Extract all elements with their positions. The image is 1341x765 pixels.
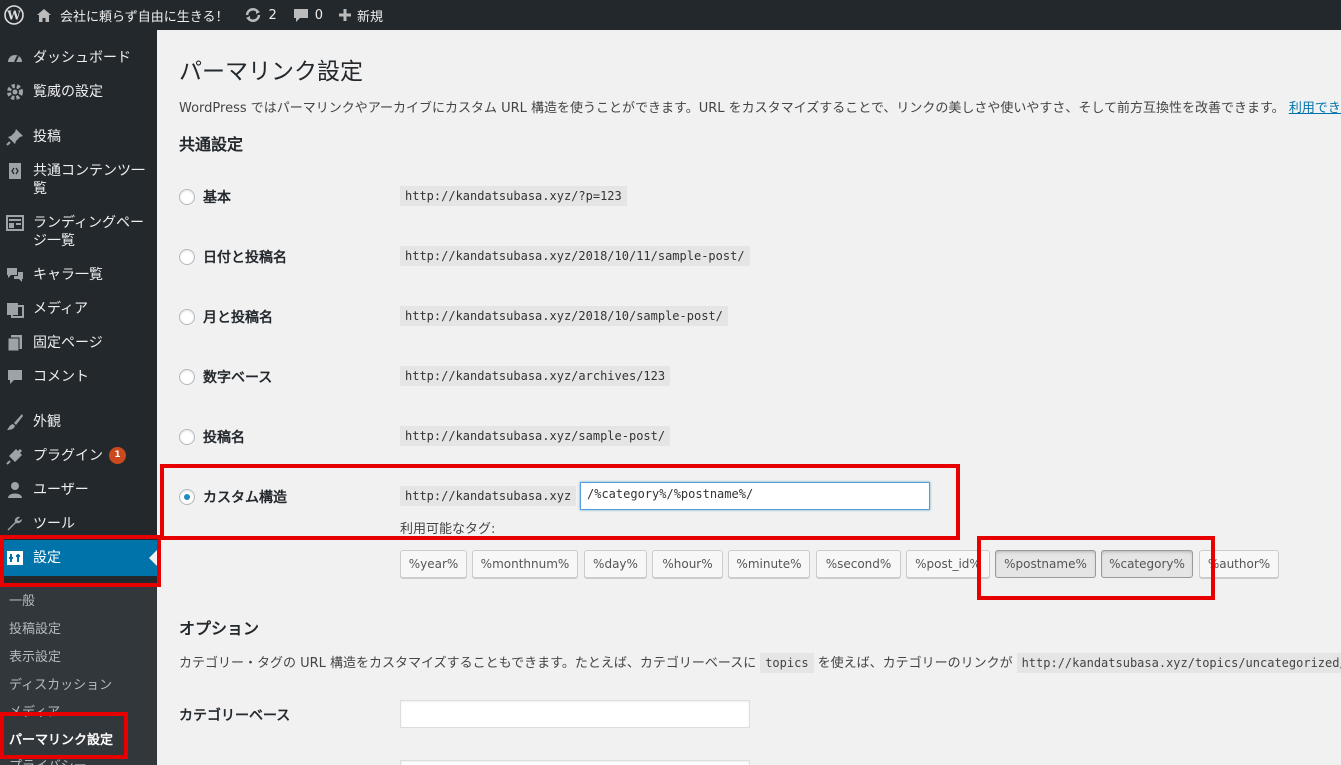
wordpress-logo-icon[interactable]: W <box>0 0 28 30</box>
sample-url-numeric: http://kandatsubasa.xyz/archives/123 <box>400 366 671 386</box>
sidebar-item-landing-pages[interactable]: ランディングページ一覧 <box>0 214 157 250</box>
settings-icon <box>5 549 25 567</box>
radio-day-name[interactable] <box>179 249 195 265</box>
user-icon <box>5 481 25 499</box>
plus-icon <box>339 9 352 21</box>
main-content: パーマリンク設定 WordPress ではパーマリンクやアーカイブにカスタム U… <box>157 30 1341 765</box>
available-tags-label: 利用可能なタグ: <box>400 522 496 537</box>
help-link[interactable]: 利用できる <box>1289 101 1341 116</box>
site-name-link[interactable]: 会社に頼らず自由に生きる！ <box>28 0 236 30</box>
tag-button-day[interactable]: %day% <box>584 550 647 578</box>
option-day-name[interactable]: 日付と投稿名 <box>179 247 287 267</box>
sidebar-item-pages[interactable]: 固定ページ <box>0 334 157 352</box>
sidebar-item-appearance[interactable]: 外観 <box>0 413 157 431</box>
home-icon <box>36 8 52 23</box>
sample-url-month-name: http://kandatsubasa.xyz/2018/10/sample-p… <box>400 306 728 326</box>
brush-icon <box>5 413 25 431</box>
tag-button-post-id[interactable]: %post_id% <box>906 550 990 578</box>
sidebar-item-plugins[interactable]: プラグイン 1 <box>0 447 157 465</box>
refresh-icon <box>244 7 262 23</box>
tag-button-monthnum[interactable]: %monthnum% <box>472 550 578 578</box>
options-heading: オプション <box>179 619 260 638</box>
submenu-item-general[interactable]: 一般 <box>9 590 35 609</box>
custom-base-url: http://kandatsubasa.xyz <box>400 486 577 506</box>
wrench-icon <box>5 515 25 533</box>
tag-button-postname[interactable]: %postname% <box>995 550 1096 578</box>
submenu-item-permalinks[interactable]: パーマリンク設定 <box>9 729 113 748</box>
comment-bubble-icon <box>293 8 309 23</box>
category-base-input[interactable] <box>400 700 750 728</box>
pin-icon <box>5 128 25 146</box>
updates-count: 2 <box>268 7 277 23</box>
updates-link[interactable]: 2 <box>236 0 284 30</box>
comment-icon <box>5 368 25 386</box>
radio-post-name[interactable] <box>179 429 195 445</box>
radio-plain[interactable] <box>179 189 195 205</box>
radio-month-name[interactable] <box>179 309 195 325</box>
new-content-link[interactable]: 新規 <box>331 0 391 30</box>
plugin-icon <box>5 447 25 465</box>
radio-custom[interactable] <box>179 489 195 505</box>
example-code-topics: topics <box>760 653 814 673</box>
sample-url-day-name: http://kandatsubasa.xyz/2018/10/11/sampl… <box>400 246 750 266</box>
pages-icon <box>5 334 25 352</box>
radio-numeric[interactable] <box>179 369 195 385</box>
submenu-item-discussion[interactable]: ディスカッション <box>9 674 112 693</box>
intro-text: WordPress ではパーマリンクやアーカイブにカスタム URL 構造を使うこ… <box>179 97 1341 116</box>
page-title: パーマリンク設定 <box>179 59 363 85</box>
custom-structure-input[interactable]: /%category%/%postname%/ <box>580 482 930 510</box>
gear-icon <box>5 83 25 101</box>
tag-base-input[interactable] <box>400 760 750 765</box>
current-menu-arrow <box>149 550 157 566</box>
sample-url-post-name: http://kandatsubasa.xyz/sample-post/ <box>400 426 671 446</box>
admin-bar: W 会社に頼らず自由に生きる！ 2 0 新規 <box>0 0 1341 30</box>
sidebar-item-dashboard[interactable]: ダッシュボード <box>0 49 157 67</box>
site-name: 会社に頼らず自由に生きる！ <box>60 9 229 25</box>
sidebar-item-label: プラグイン <box>33 448 103 464</box>
sidebar-item-common-contents[interactable]: 共通コンテンツ一覧 <box>0 162 157 198</box>
admin-sidebar: ダッシュボード 覧威の設定 投稿 共通コンテンツ一覧 ランディングページ一覧 キ… <box>0 30 157 765</box>
options-description: カテゴリー・タグの URL 構造をカスタマイズすることもできます。たとえば、カテ… <box>179 652 1341 673</box>
submenu-item-reading[interactable]: 表示設定 <box>9 646 61 665</box>
sidebar-item-comments[interactable]: コメント <box>0 368 157 386</box>
submenu-item-media[interactable]: メディア <box>9 701 60 720</box>
sample-url-plain: http://kandatsubasa.xyz/?p=123 <box>400 186 627 206</box>
sidebar-item-settings[interactable]: 設定 <box>0 540 157 576</box>
settings-submenu: 一般 投稿設定 表示設定 ディスカッション メディア パーマリンク設定 プライバ… <box>0 583 157 765</box>
tag-button-author[interactable]: %author% <box>1199 550 1279 578</box>
new-label: 新規 <box>357 9 384 25</box>
sidebar-item-tools[interactable]: ツール <box>0 515 157 533</box>
sidebar-item-theme-settings[interactable]: 覧威の設定 <box>0 83 157 101</box>
submenu-item-writing[interactable]: 投稿設定 <box>9 618 61 637</box>
tag-button-hour[interactable]: %hour% <box>652 550 723 578</box>
tag-button-category[interactable]: %category% <box>1101 550 1193 578</box>
option-plain[interactable]: 基本 <box>179 187 231 207</box>
dashboard-icon <box>5 49 25 67</box>
tag-button-year[interactable]: %year% <box>400 550 467 578</box>
option-post-name[interactable]: 投稿名 <box>179 427 245 447</box>
submenu-item-privacy[interactable]: プライバシー <box>9 755 87 765</box>
example-code-url: http://kandatsubasa.xyz/topics/uncategor… <box>1016 653 1341 673</box>
comments-link[interactable]: 0 <box>285 0 331 30</box>
svg-text:W: W <box>6 9 21 23</box>
layout-icon <box>5 214 25 232</box>
tag-button-second[interactable]: %second% <box>816 550 901 578</box>
common-settings-heading: 共通設定 <box>179 135 244 154</box>
option-month-name[interactable]: 月と投稿名 <box>179 307 273 327</box>
sidebar-item-posts[interactable]: 投稿 <box>0 128 157 146</box>
option-custom[interactable]: カスタム構造 <box>179 487 287 507</box>
tag-button-minute[interactable]: %minute% <box>728 550 810 578</box>
code-file-icon <box>5 162 25 180</box>
sidebar-item-characters[interactable]: キャラ一覧 <box>0 266 157 284</box>
chat-icon <box>5 266 25 284</box>
sidebar-item-media[interactable]: メディア <box>0 300 157 318</box>
sidebar-item-users[interactable]: ユーザー <box>0 481 157 499</box>
comments-count: 0 <box>314 7 324 23</box>
media-icon <box>5 300 25 318</box>
option-numeric[interactable]: 数字ベース <box>179 367 272 387</box>
update-count-badge: 1 <box>109 447 126 464</box>
category-base-label: カテゴリーベース <box>179 708 291 724</box>
